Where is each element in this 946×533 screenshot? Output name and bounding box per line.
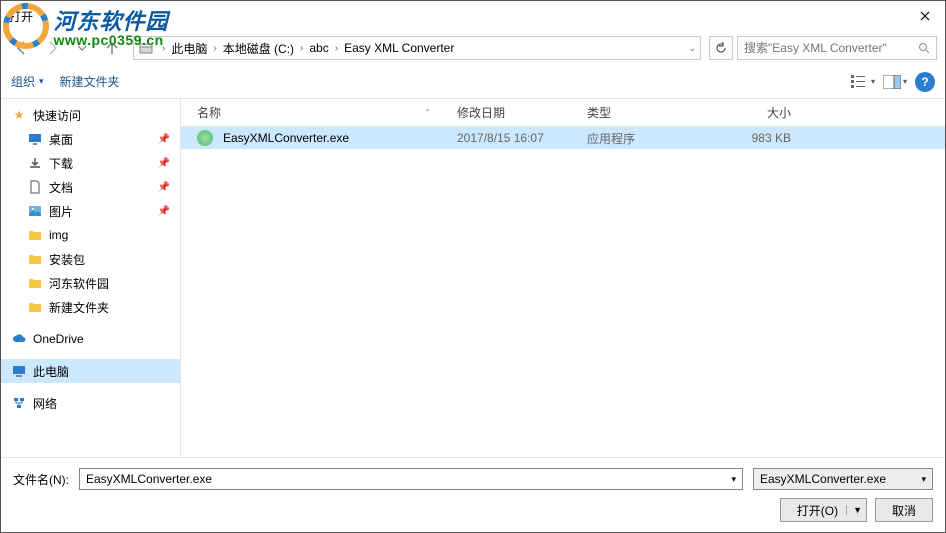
up-button[interactable] [99, 35, 125, 61]
filename-label: 文件名(N): [13, 471, 69, 488]
new-folder-button[interactable]: 新建文件夹 [60, 73, 120, 90]
view-list-icon[interactable]: ▾ [851, 71, 875, 93]
sidebar-item-folder[interactable]: 新建文件夹 [1, 295, 180, 319]
sidebar-item-folder[interactable]: 河东软件园 [1, 271, 180, 295]
exe-icon [197, 130, 213, 146]
star-icon: ★ [11, 107, 27, 123]
open-button[interactable]: 打开(O)▼ [780, 498, 867, 522]
download-icon [27, 155, 43, 171]
picture-icon [27, 203, 43, 219]
window-title: 打开 [9, 8, 33, 25]
search-icon [918, 42, 930, 54]
file-list-header[interactable]: 名称⌃ 修改日期 类型 大小 [181, 99, 945, 127]
chevron-right-icon: › [300, 43, 303, 54]
breadcrumb-item[interactable]: Easy XML Converter [344, 41, 454, 55]
organize-menu[interactable]: 组织 ▾ [11, 73, 44, 90]
breadcrumb[interactable]: › 此电脑 › 本地磁盘 (C:) › abc › Easy XML Conve… [133, 36, 701, 60]
sidebar-item-folder[interactable]: img [1, 223, 180, 247]
recent-dropdown[interactable] [69, 35, 95, 61]
document-icon [27, 179, 43, 195]
chevron-right-icon: › [213, 43, 216, 54]
title-bar: 打开 [1, 1, 945, 31]
sidebar-network[interactable]: 网络 [1, 391, 180, 415]
close-button[interactable] [905, 2, 945, 30]
help-button[interactable]: ? [915, 72, 935, 92]
search-input[interactable] [744, 41, 918, 55]
back-button[interactable] [9, 35, 35, 61]
chevron-down-icon[interactable]: ▾ [731, 474, 736, 485]
sidebar-this-pc[interactable]: 此电脑 [1, 359, 180, 383]
chevron-right-icon: › [162, 43, 165, 54]
file-row[interactable]: EasyXMLConverter.exe 2017/8/15 16:07 应用程… [181, 127, 945, 149]
refresh-button[interactable] [709, 36, 733, 60]
sort-caret-icon: ⌃ [424, 108, 431, 117]
bottom-panel: 文件名(N): ▾ EasyXMLConverter.exe ▾ 打开(O)▼ … [1, 457, 945, 532]
filename-input[interactable] [86, 472, 731, 486]
sidebar-item-documents[interactable]: 文档 📌 [1, 175, 180, 199]
drive-icon [138, 40, 154, 56]
network-icon [11, 395, 27, 411]
filter-combobox[interactable]: EasyXMLConverter.exe ▾ [753, 468, 933, 490]
file-list: 名称⌃ 修改日期 类型 大小 EasyXMLConverter.exe 2017… [181, 99, 945, 457]
pin-icon: 📌 [158, 134, 170, 145]
pin-icon: 📌 [158, 182, 170, 193]
chevron-down-icon: ▾ [921, 474, 926, 485]
breadcrumb-item[interactable]: 此电脑 [171, 40, 207, 57]
desktop-icon [27, 131, 43, 147]
search-box[interactable] [737, 36, 937, 60]
nav-bar: › 此电脑 › 本地磁盘 (C:) › abc › Easy XML Conve… [1, 31, 945, 65]
filename-combobox[interactable]: ▾ [79, 468, 743, 490]
sidebar: ★ 快速访问 桌面 📌 下载 📌 文档 📌 [1, 99, 181, 457]
breadcrumb-item[interactable]: 本地磁盘 (C:) [223, 40, 294, 57]
sidebar-onedrive[interactable]: OneDrive [1, 327, 180, 351]
pin-icon: 📌 [158, 158, 170, 169]
cloud-icon [11, 331, 27, 347]
cancel-button[interactable]: 取消 [875, 498, 933, 522]
folder-icon [27, 251, 43, 267]
folder-icon [27, 299, 43, 315]
open-dropdown-caret[interactable]: ▼ [846, 505, 862, 515]
toolbar: 组织 ▾ 新建文件夹 ▾ ▾ ? [1, 65, 945, 99]
sidebar-item-desktop[interactable]: 桌面 📌 [1, 127, 180, 151]
breadcrumb-dropdown[interactable]: ⌄ [688, 43, 696, 54]
folder-icon [27, 227, 43, 243]
sidebar-item-pictures[interactable]: 图片 📌 [1, 199, 180, 223]
folder-icon [27, 275, 43, 291]
pin-icon: 📌 [158, 206, 170, 217]
sidebar-quick-access[interactable]: ★ 快速访问 [1, 103, 180, 127]
preview-pane-icon[interactable]: ▾ [883, 71, 907, 93]
sidebar-item-downloads[interactable]: 下载 📌 [1, 151, 180, 175]
chevron-right-icon: › [335, 43, 338, 54]
breadcrumb-item[interactable]: abc [309, 41, 328, 55]
pc-icon [11, 363, 27, 379]
forward-button[interactable] [39, 35, 65, 61]
sidebar-item-folder[interactable]: 安装包 [1, 247, 180, 271]
